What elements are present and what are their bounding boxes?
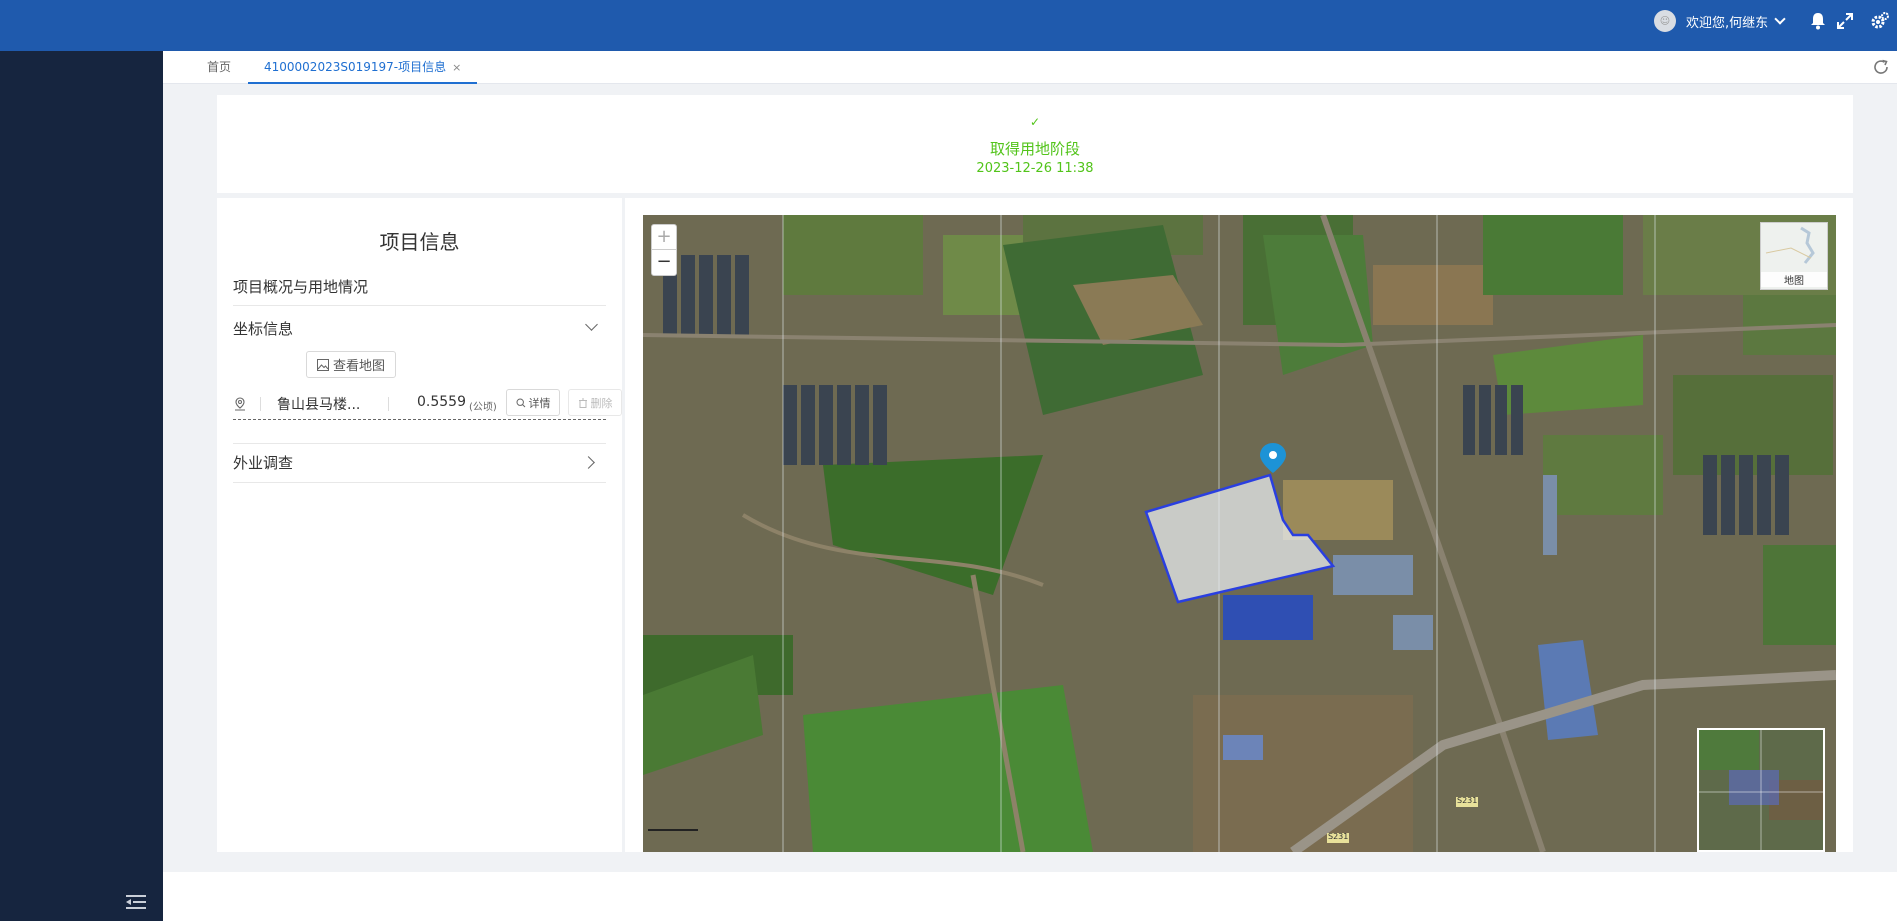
avatar: ☺ (1654, 10, 1676, 32)
page-title: 项目信息 (379, 230, 460, 254)
close-icon[interactable]: × (452, 61, 461, 74)
check-icon: ✓ (1029, 115, 1041, 129)
basemap-switcher[interactable]: 地图 (1760, 222, 1828, 290)
trash-icon (578, 398, 587, 408)
user-menu[interactable]: ☺ 欢迎您,何继东 (1654, 10, 1786, 32)
tab-bar: 首页 4100002023S019197-项目信息 × (163, 51, 1897, 84)
stage-card: ✓ 取得用地阶段 2023-12-26 11:38 (217, 95, 1853, 193)
image-icon (316, 358, 329, 371)
road-label: S231 (1328, 832, 1349, 841)
section-survey[interactable]: 外业调查 (233, 443, 606, 483)
view-map-label: 查看地图 (332, 359, 385, 374)
chevron-down-icon (1774, 12, 1786, 25)
stage-name: 取得用地阶段 (989, 140, 1080, 158)
coord-unit: (公顷) (469, 402, 497, 413)
refresh-icon[interactable] (1872, 58, 1890, 76)
road-label: S231 (1457, 796, 1478, 805)
section-coords[interactable]: 坐标信息 (233, 318, 606, 344)
satellite-imagery (643, 215, 1836, 852)
overview-thumbnail (1699, 730, 1823, 850)
fullscreen-icon[interactable] (1835, 11, 1855, 31)
basemap-label: 地图 (1761, 272, 1827, 287)
overview-map[interactable] (1697, 728, 1825, 852)
tab-label: 4100002023S019197-项目信息 (264, 60, 447, 74)
sidebar (0, 51, 163, 921)
settings-icon[interactable] (1870, 11, 1890, 31)
menu-collapse-icon[interactable] (126, 894, 146, 910)
coord-row: 鲁山县马楼... 0.5559 (公顷) 详情 删除 (233, 388, 622, 420)
view-map-button[interactable]: 查看地图 (306, 351, 396, 378)
tab-project-info[interactable]: 4100002023S019197-项目信息 × (248, 51, 478, 84)
top-header: ☺ 欢迎您,何继东 (0, 0, 1897, 51)
chevron-down-icon (585, 318, 598, 331)
zoom-control: + − (651, 224, 677, 276)
project-info-panel: 项目信息 项目概况与用地情况 坐标信息 查看地图 鲁山县马楼... 0.5559… (217, 198, 622, 852)
basemap-thumbnail (1761, 223, 1827, 273)
chevron-right-icon (582, 456, 595, 469)
section-survey-label: 外业调查 (233, 454, 294, 472)
detail-button[interactable]: 详情 (506, 389, 560, 416)
bell-icon[interactable] (1808, 11, 1828, 31)
tab-home[interactable]: 首页 (191, 51, 247, 84)
footer-strip (163, 872, 1897, 921)
welcome-text: 欢迎您,何继东 (1686, 15, 1769, 31)
location-icon (235, 397, 245, 411)
satellite-map[interactable]: S231 S231 (643, 215, 1836, 852)
search-icon (515, 397, 525, 407)
stage-time: 2023-12-26 11:38 (976, 161, 1094, 176)
coord-area: 0.5559 (417, 394, 466, 410)
zoom-out-button[interactable]: − (652, 250, 676, 275)
coord-location: 鲁山县马楼... (277, 397, 361, 413)
delete-button[interactable]: 删除 (568, 389, 622, 416)
zoom-in-button[interactable]: + (652, 225, 676, 250)
section-overview[interactable]: 项目概况与用地情况 (233, 276, 606, 306)
section-coords-label: 坐标信息 (233, 320, 294, 338)
